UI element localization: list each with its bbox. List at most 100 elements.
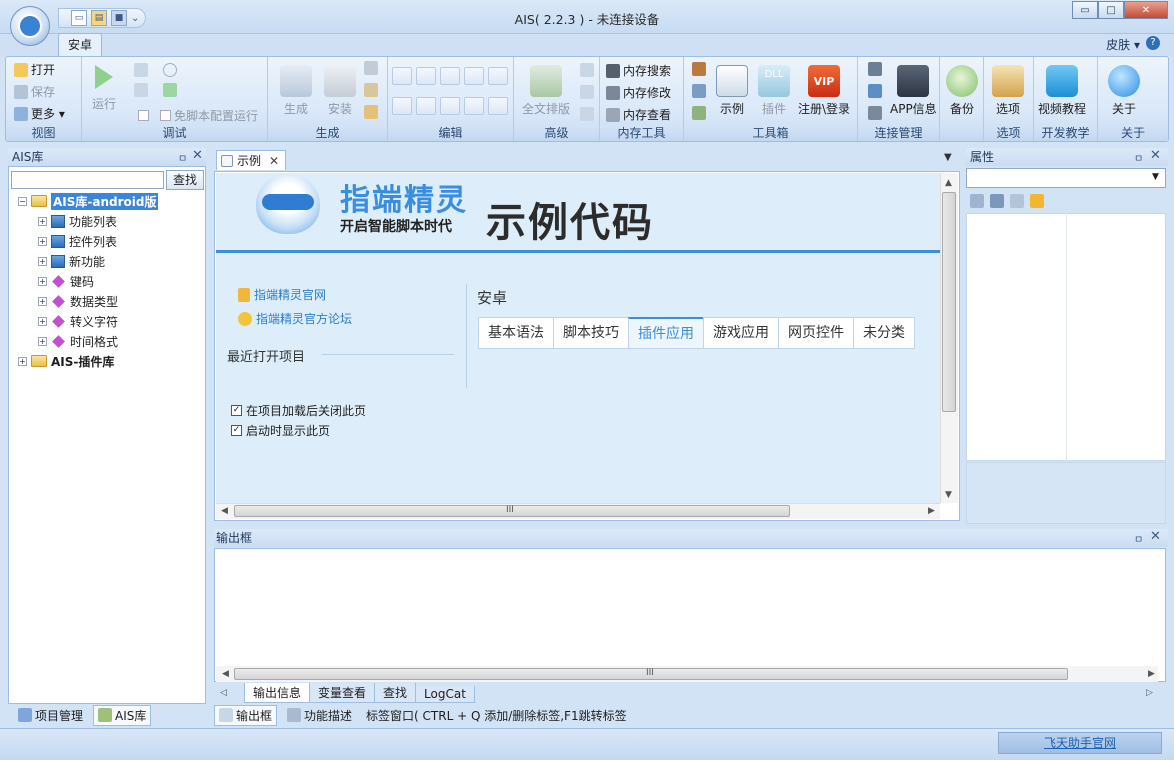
tree-node-data-type[interactable]: + 数据类型 xyxy=(38,292,118,310)
close-button[interactable]: ✕ xyxy=(1124,1,1168,19)
tool-hammer-button[interactable] xyxy=(692,62,706,76)
vertical-scroll-thumb[interactable] xyxy=(942,192,956,412)
brush-button[interactable] xyxy=(364,61,378,75)
ribbon-tab-android[interactable]: 安卓 xyxy=(58,33,102,57)
tree-node-time-format[interactable]: + 时间格式 xyxy=(38,332,118,350)
memory-search-button[interactable]: 内存搜索 xyxy=(606,62,671,79)
tab-ais-lib[interactable]: AIS库 xyxy=(93,704,152,726)
skin-menu[interactable]: 皮肤 ▾ xyxy=(1106,36,1140,53)
tree-node-android[interactable]: − AIS库-android版 xyxy=(18,192,159,210)
help-icon[interactable]: ? xyxy=(1146,36,1160,50)
uncomment-button[interactable] xyxy=(580,85,594,99)
open-button[interactable]: 打开 xyxy=(14,61,55,78)
no-config-run-checkbox[interactable]: 免脚本配置运行 xyxy=(138,107,258,124)
paste-icon[interactable] xyxy=(440,67,460,85)
expand-icon[interactable]: + xyxy=(38,316,47,326)
category-tab-basic-syntax[interactable]: 基本语法 xyxy=(478,317,553,349)
fulltext-layout-button[interactable]: 全文排版 xyxy=(522,65,570,117)
about-button[interactable]: 关于 xyxy=(1108,65,1140,117)
undo-icon[interactable] xyxy=(392,97,412,115)
step-into-button[interactable] xyxy=(134,63,177,77)
tab-find[interactable]: 查找 xyxy=(374,683,417,703)
scroll-down-icon[interactable]: ▼ xyxy=(945,490,952,500)
scroll-right-icon[interactable]: ▶ xyxy=(928,506,935,516)
maximize-button[interactable]: □ xyxy=(1098,1,1124,19)
clean-button[interactable] xyxy=(364,83,378,97)
tab-project-manager[interactable]: 项目管理 xyxy=(14,706,87,725)
document-tab-example[interactable]: 示例 ✕ xyxy=(216,150,286,170)
example-button[interactable]: 示例 xyxy=(716,65,748,117)
sort-alpha-icon[interactable] xyxy=(990,194,1004,208)
events-lightning-icon[interactable] xyxy=(1030,194,1044,208)
backup-button[interactable]: 备份 xyxy=(946,65,978,117)
tree-node-keycode[interactable]: + 键码 xyxy=(38,272,94,290)
tab-function-description[interactable]: 功能描述 xyxy=(283,706,356,725)
tool-layers-button[interactable] xyxy=(692,84,706,98)
close-after-load-checkbox[interactable]: ✓ 在项目加载后关闭此页 xyxy=(231,402,366,419)
pin-icon[interactable]: ㅁ xyxy=(1134,531,1143,546)
tab-variable-view[interactable]: 变量查看 xyxy=(309,683,376,703)
expand-icon[interactable]: + xyxy=(38,336,47,346)
tab-output-info[interactable]: 输出信息 xyxy=(244,683,311,703)
scroll-left-icon[interactable]: ◀ xyxy=(222,669,229,679)
category-tab-game-apps[interactable]: 游戏应用 xyxy=(703,317,778,349)
register-login-button[interactable]: VIP 注册\登录 xyxy=(798,65,850,117)
expand-icon[interactable]: + xyxy=(38,256,47,266)
tab-close-icon[interactable]: ✕ xyxy=(269,152,279,170)
category-tab-web-controls[interactable]: 网页控件 xyxy=(778,317,853,349)
comment-button[interactable] xyxy=(580,63,594,77)
expand-icon[interactable]: + xyxy=(38,276,47,286)
scroll-up-icon[interactable]: ▲ xyxy=(945,178,952,188)
expand-icon[interactable]: + xyxy=(18,356,27,366)
memory-view-button[interactable]: 内存查看 xyxy=(606,106,671,123)
property-pages-icon[interactable] xyxy=(1010,194,1024,208)
official-forum-link[interactable]: 指端精灵官方论坛 xyxy=(238,310,352,327)
package-button[interactable] xyxy=(364,105,378,119)
category-tab-script-tips[interactable]: 脚本技巧 xyxy=(553,317,628,349)
collapse-icon[interactable]: − xyxy=(18,196,27,206)
scroll-right-icon[interactable]: ▶ xyxy=(1148,669,1155,679)
library-search-button[interactable]: 查找 xyxy=(166,170,204,190)
categorized-icon[interactable] xyxy=(970,194,984,208)
pin-icon[interactable]: ㅁ xyxy=(1134,150,1143,165)
tree-node-control-list[interactable]: + 控件列表 xyxy=(38,232,117,250)
expand-icon[interactable]: + xyxy=(38,236,47,246)
more-button[interactable]: 更多 ▾ xyxy=(14,105,65,122)
tab-scroll-right-icon[interactable]: ▷ xyxy=(1146,688,1153,698)
library-search-input[interactable] xyxy=(11,171,164,189)
copy-icon[interactable] xyxy=(416,67,436,85)
document-list-dropdown-icon[interactable]: ▼ xyxy=(944,152,952,163)
step-over-button[interactable] xyxy=(134,83,177,97)
category-tab-uncategorized[interactable]: 未分类 xyxy=(853,317,915,349)
official-site-link[interactable]: 指端精灵官网 xyxy=(238,286,326,303)
minimize-button[interactable]: ▭ xyxy=(1072,1,1098,19)
object-selector-dropdown[interactable] xyxy=(966,168,1166,188)
save-button[interactable]: 保存 xyxy=(14,83,55,100)
delete-icon[interactable] xyxy=(464,67,484,85)
panel-close-icon[interactable]: ✕ xyxy=(192,148,203,163)
usb-button[interactable] xyxy=(868,62,882,76)
panel-close-icon[interactable]: ✕ xyxy=(1150,529,1161,544)
select-all-icon[interactable] xyxy=(488,67,508,85)
app-logo-icon[interactable] xyxy=(10,6,50,46)
panel-close-icon[interactable]: ✕ xyxy=(1150,148,1161,163)
indent-icon[interactable] xyxy=(464,97,484,115)
options-button[interactable]: 选项 xyxy=(992,65,1024,117)
tab-output-box[interactable]: 输出框 xyxy=(214,704,278,726)
bookmark-window-tab[interactable]: 标签窗口( CTRL + Q 添加/删除标签,F1跳转标签 xyxy=(362,706,631,725)
cut-icon[interactable] xyxy=(392,67,412,85)
outdent-icon[interactable] xyxy=(488,97,508,115)
tool-image-button[interactable] xyxy=(692,106,706,120)
format-button[interactable] xyxy=(580,107,594,121)
install-button[interactable]: 安装 xyxy=(324,65,356,117)
redo-icon[interactable] xyxy=(416,97,436,115)
tree-node-plugin-lib[interactable]: + AIS-插件库 xyxy=(18,352,114,370)
expand-icon[interactable]: + xyxy=(38,216,47,226)
generate-button[interactable]: 生成 xyxy=(280,65,312,117)
run-button[interactable]: 运行 xyxy=(92,65,116,112)
tree-node-new-function[interactable]: + 新功能 xyxy=(38,252,105,270)
pin-icon[interactable]: ㅁ xyxy=(178,150,187,165)
tab-scroll-left-icon[interactable]: ◁ xyxy=(220,688,227,698)
tab-logcat[interactable]: LogCat xyxy=(415,686,475,703)
feitian-site-link[interactable]: 飞天助手官网 xyxy=(998,732,1162,754)
